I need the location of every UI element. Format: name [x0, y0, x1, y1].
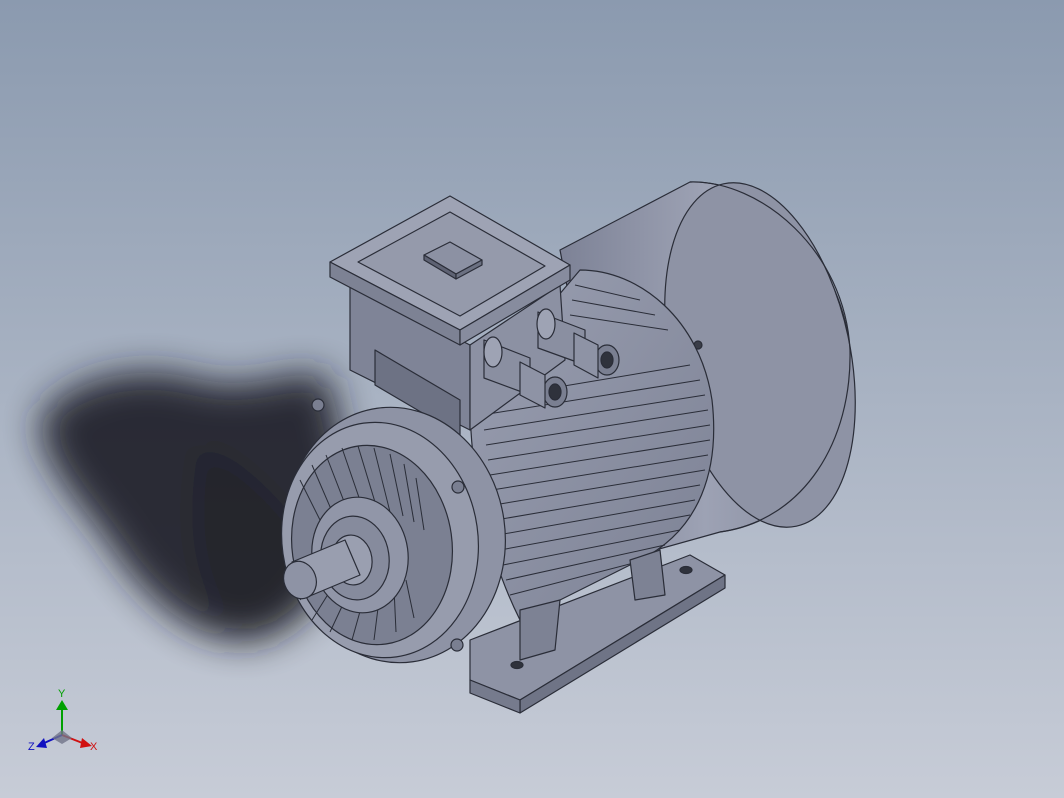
bolt	[311, 398, 325, 412]
foot-hole	[679, 565, 693, 575]
bolt	[451, 480, 465, 494]
triad-z-label: Z	[28, 741, 35, 753]
graphics-viewport[interactable]: Y X Z	[0, 0, 1064, 798]
triad-y-label: Y	[58, 688, 66, 700]
foot-hole	[510, 660, 524, 670]
triad-x-label: X	[90, 741, 98, 753]
bolt	[450, 638, 464, 652]
